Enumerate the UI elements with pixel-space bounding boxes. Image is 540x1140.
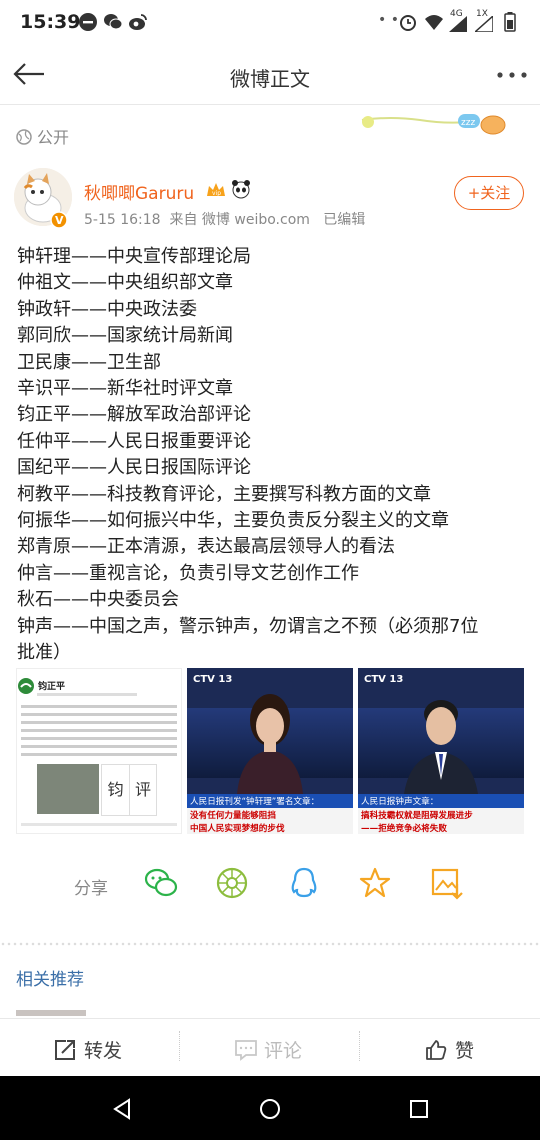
- content-line: 仲祖文——中央组织部文章: [17, 272, 233, 294]
- edited-label: 已编辑: [323, 212, 366, 228]
- like-button[interactable]: 赞: [425, 1036, 474, 1063]
- related-thumb-edge: [16, 1010, 86, 1016]
- status-time: 15:39: [20, 11, 81, 33]
- caption-box: 人民日报钟声文章： 搞科技霸权就是阻碍发展进步 ——拒绝竞争必将失败: [358, 794, 524, 834]
- like-label: 赞: [455, 1040, 475, 1062]
- bar-separator: [179, 1031, 181, 1061]
- caption-title: 人民日报钟声文章：: [358, 794, 524, 808]
- decoration-sticker-icon: zzz: [361, 114, 506, 135]
- repost-label: 转发: [84, 1040, 123, 1062]
- weibo-status-icon: [129, 14, 147, 30]
- visibility-label: 公开: [37, 128, 70, 147]
- panda-icon: [232, 180, 250, 199]
- dnd-icon: [79, 13, 97, 31]
- follow-button[interactable]: +关注: [454, 176, 524, 210]
- comment-icon: [235, 1040, 257, 1061]
- screenshot-tile-1: 钧: [101, 764, 130, 816]
- post-image-2[interactable]: CTV 13 人民日报刊发“钟轩理”署名文章： 没有任何力量能够阻挡 中国人民实…: [187, 668, 353, 834]
- news-logo-icon: [18, 678, 34, 694]
- caption-title: 人民日报刊发“钟轩理”署名文章：: [187, 794, 353, 808]
- more-dots-icon[interactable]: [496, 71, 528, 79]
- repost-button[interactable]: 转发: [54, 1036, 122, 1063]
- more-status-icon: • •: [378, 12, 399, 28]
- title-bar: 微博正文: [0, 44, 540, 105]
- text-placeholder: [37, 693, 137, 696]
- favorite-star-icon[interactable]: [358, 866, 392, 900]
- wechat-icon[interactable]: [144, 866, 178, 900]
- svg-text:vip: vip: [212, 190, 221, 197]
- svg-text:zzz: zzz: [461, 118, 475, 128]
- screenshot-tile-2: 评: [129, 764, 157, 816]
- text-lines-placeholder: [21, 705, 177, 708]
- content-line: 钧正平——解放军政治部评论: [17, 404, 251, 426]
- anchor-man: [404, 700, 478, 794]
- svg-text:V: V: [55, 214, 64, 227]
- bottom-action-bar: 转发 评论 赞: [0, 1018, 540, 1077]
- comment-label: 评论: [264, 1040, 303, 1062]
- nav-home-icon[interactable]: [259, 1098, 281, 1120]
- system-navigation-bar: [0, 1076, 540, 1140]
- content-line: 钟政轩——中央政法委: [17, 298, 197, 320]
- post-source[interactable]: 来自 微博 weibo.com: [169, 212, 309, 228]
- nav-recents-icon[interactable]: [409, 1099, 429, 1119]
- caption-line-2: 搞科技霸权就是阻碍发展进步: [361, 811, 473, 821]
- signal-icon: [449, 16, 467, 32]
- content-line: 仲言——重视言论，负责引导文艺创作工作: [17, 562, 359, 584]
- anchor-woman: [237, 694, 303, 794]
- alarm-icon: [400, 15, 416, 31]
- member-crown-icon: vip: [207, 183, 225, 197]
- content-line: 钟声——中国之声，警示钟声，勿谓言之不预（必须那7位: [17, 615, 479, 637]
- share-label: 分享: [74, 879, 108, 899]
- content-line: 批准）: [17, 642, 71, 664]
- globe-icon: [16, 129, 32, 145]
- post-date: 5-15 16:18: [84, 212, 161, 228]
- screenshot-photo: [37, 764, 99, 814]
- content-line: 秋石——中央委员会: [17, 589, 179, 611]
- visibility-row: 公开: [16, 124, 69, 148]
- post-meta: 5-15 16:18 来自 微博 weibo.com 已编辑: [84, 209, 365, 229]
- content-line: 任仲平——人民日报重要评论: [17, 430, 251, 452]
- post-image-3[interactable]: CTV 13 人民日报钟声文章： 搞科技霸权就是阻碍发展进步 ——拒绝竞争必将失…: [358, 668, 524, 834]
- section-divider: [0, 940, 540, 948]
- moments-icon[interactable]: [215, 866, 249, 900]
- caption-box: 人民日报刊发“钟轩理”署名文章： 没有任何力量能够阻挡 中国人民实现梦想的步伐: [187, 794, 353, 834]
- signal-2-icon: [475, 16, 493, 32]
- post-image-1[interactable]: 钧正平 钧 评: [16, 668, 182, 834]
- wifi-icon: [425, 15, 443, 30]
- status-bar: 15:39 • • 4G 1X: [0, 0, 540, 44]
- screenshot-account-name: 钧正平: [38, 682, 66, 692]
- content-line: 国纪平——人民日报国际评论: [17, 457, 251, 479]
- save-image-icon[interactable]: [430, 866, 464, 900]
- content-line: 卫民康——卫生部: [17, 351, 161, 373]
- caption-line-2: 没有任何力量能够阻挡: [190, 811, 276, 821]
- bar-separator: [359, 1031, 361, 1061]
- content-line: 钟轩理——中央宣传部理论局: [17, 246, 251, 267]
- nav-back-icon[interactable]: [112, 1098, 132, 1120]
- caption-line-3: 中国人民实现梦想的步伐: [190, 824, 285, 834]
- author-name[interactable]: 秋唧唧Garuru: [84, 179, 194, 204]
- comment-button[interactable]: 评论: [234, 1036, 302, 1063]
- qq-icon[interactable]: [287, 866, 321, 900]
- thumbs-up-icon: [426, 1040, 447, 1060]
- repost-icon: [55, 1040, 75, 1060]
- battery-icon: [504, 12, 516, 32]
- post-content: 钟轩理——中央宣传部理论局 仲祖文——中央组织部文章 钟政轩——中央政法委 郭同…: [17, 244, 527, 667]
- caption-line-3: ——拒绝竞争必将失败: [361, 824, 447, 834]
- content-line: 郭同欣——国家统计局新闻: [17, 325, 233, 347]
- content-line: 何振华——如何振兴中华，主要负责反分裂主义的文章: [17, 510, 449, 532]
- related-recommendations-label[interactable]: 相关推荐: [16, 965, 84, 990]
- verified-badge-icon: V: [50, 211, 68, 229]
- content-line: 郑青原——正本清源，表达最高层领导人的看法: [17, 536, 395, 558]
- content-line: 柯教平——科技教育评论，主要撰写科教方面的文章: [17, 483, 431, 505]
- page-title: 微博正文: [230, 67, 310, 91]
- content-line: 辛识平——新华社时评文章: [17, 378, 233, 400]
- wechat-status-icon: [104, 14, 123, 30]
- screenshot-actions: [21, 823, 177, 826]
